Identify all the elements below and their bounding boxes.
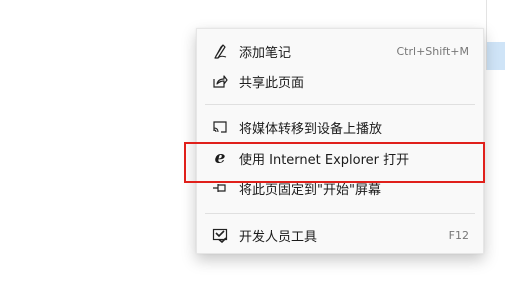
internet-explorer-icon: e [214, 147, 226, 168]
menu-item-pin-to-start[interactable]: 将此页固定到"开始"屏幕 [197, 174, 483, 202]
browser-edge-panel [486, 0, 505, 70]
developer-tools-icon [211, 226, 229, 244]
menu-item-label: 添加笔记 [239, 45, 292, 61]
menu-item-developer-tools[interactable]: 开发人员工具 F12 [197, 221, 483, 249]
menu-item-share-page[interactable]: 共享此页面 [197, 67, 483, 95]
menu-item-shortcut: Ctrl+Shift+M [396, 44, 470, 58]
menu-item-label: 将媒体转移到设备上播放 [239, 121, 383, 137]
menu-item-cast-media[interactable]: 将媒体转移到设备上播放 [197, 113, 483, 141]
context-menu: 添加笔记 Ctrl+Shift+M 共享此页面 将媒体转移到设备上播放 e 使用… [196, 28, 484, 254]
menu-item-shortcut: F12 [448, 228, 469, 242]
menu-separator [205, 213, 475, 214]
browser-edge-selected-item [487, 42, 505, 70]
menu-item-label: 使用 Internet Explorer 打开 [239, 152, 410, 168]
cast-icon [211, 118, 229, 136]
pin-icon [211, 179, 229, 197]
menu-item-add-note[interactable]: 添加笔记 Ctrl+Shift+M [197, 37, 483, 65]
menu-separator [205, 104, 475, 105]
menu-item-label: 开发人员工具 [239, 229, 318, 245]
menu-item-label: 共享此页面 [239, 75, 305, 91]
pen-icon [211, 42, 229, 60]
menu-item-open-with-ie[interactable]: e 使用 Internet Explorer 打开 [197, 144, 483, 172]
menu-item-label: 将此页固定到"开始"屏幕 [239, 182, 381, 198]
share-icon [211, 72, 229, 90]
